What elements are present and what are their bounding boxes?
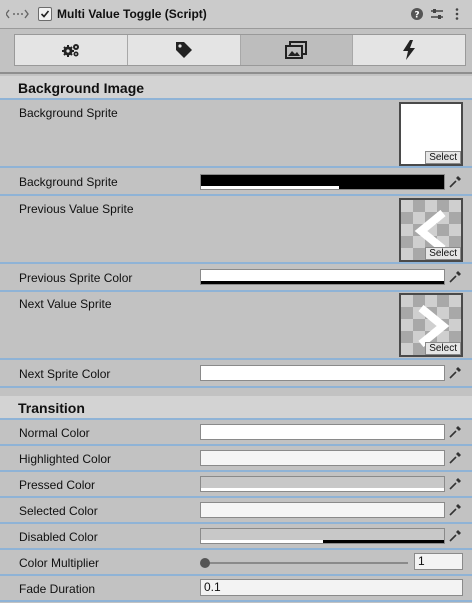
- disabled-color-label: Disabled Color: [19, 530, 98, 544]
- background-color-label: Background Sprite: [19, 175, 118, 189]
- color-multiplier-label: Color Multiplier: [19, 556, 100, 570]
- lightning-icon: [403, 40, 416, 60]
- pressed-color-row: Pressed Color: [0, 472, 472, 498]
- eyedropper-icon[interactable]: [448, 477, 462, 491]
- images-icon: [285, 41, 308, 59]
- highlighted-color-row: Highlighted Color: [0, 446, 472, 472]
- alpha-bar: [201, 186, 339, 189]
- color-multiplier-slider-track[interactable]: [204, 562, 408, 564]
- alpha-bar: [201, 540, 323, 543]
- check-icon: [40, 10, 50, 18]
- section-background-image: Background Image: [0, 76, 472, 100]
- kebab-menu-icon[interactable]: [450, 7, 464, 21]
- next-sprite-field[interactable]: Select: [399, 293, 463, 357]
- pressed-color-field[interactable]: [200, 476, 445, 492]
- preset-sliders-icon[interactable]: [430, 7, 444, 21]
- eyedropper-icon[interactable]: [448, 503, 462, 517]
- previous-color-field[interactable]: [200, 269, 445, 285]
- tab-bar: [14, 34, 466, 66]
- disabled-color-row: Disabled Color: [0, 524, 472, 550]
- fade-duration-label: Fade Duration: [19, 582, 96, 596]
- previous-sprite-label: Previous Value Sprite: [19, 202, 134, 216]
- select-button[interactable]: Select: [425, 151, 461, 164]
- section-title: Background Image: [18, 80, 145, 96]
- fade-duration-input[interactable]: 0.1: [200, 579, 463, 596]
- select-button[interactable]: Select: [425, 342, 461, 355]
- normal-color-field[interactable]: [200, 424, 445, 440]
- section-title: Transition: [18, 400, 85, 416]
- svg-text:?: ?: [414, 11, 419, 21]
- eyedropper-icon[interactable]: [448, 270, 462, 284]
- color-multiplier-slider-knob[interactable]: [200, 558, 210, 568]
- next-sprite-label: Next Value Sprite: [19, 297, 112, 311]
- background-sprite-field[interactable]: Select: [399, 102, 463, 166]
- eyedropper-icon[interactable]: [448, 451, 462, 465]
- background-color-field[interactable]: [200, 174, 445, 190]
- tab-labels[interactable]: [127, 35, 241, 65]
- background-color-row: Background Sprite: [0, 168, 472, 196]
- background-sprite-label: Background Sprite: [19, 106, 118, 120]
- eyedropper-icon[interactable]: [448, 529, 462, 543]
- gears-icon: [61, 44, 79, 57]
- component-enabled-checkbox[interactable]: [38, 7, 52, 21]
- help-icon[interactable]: ?: [410, 7, 424, 21]
- tabs-divider: [0, 72, 472, 74]
- fade-duration-row: Fade Duration 0.1: [0, 576, 472, 602]
- pressed-color-label: Pressed Color: [19, 478, 96, 492]
- selected-color-row: Selected Color: [0, 498, 472, 524]
- section-transition: Transition: [0, 396, 472, 420]
- background-sprite-row: Background Sprite Select: [0, 100, 472, 168]
- component-title: Multi Value Toggle (Script): [57, 7, 207, 21]
- highlighted-color-field[interactable]: [200, 450, 445, 466]
- component-header: Multi Value Toggle (Script) ?: [0, 0, 472, 29]
- alpha-bar: [201, 281, 444, 284]
- tab-images[interactable]: [240, 35, 354, 65]
- chevron-right-icon: [418, 305, 450, 347]
- highlighted-color-label: Highlighted Color: [19, 452, 112, 466]
- previous-color-label: Previous Sprite Color: [19, 271, 133, 285]
- next-sprite-row: Next Value Sprite Select: [0, 292, 472, 360]
- selected-color-label: Selected Color: [19, 504, 98, 518]
- script-icon: [6, 9, 29, 19]
- tab-settings[interactable]: [15, 35, 128, 65]
- normal-color-label: Normal Color: [19, 426, 90, 440]
- next-color-field[interactable]: [200, 365, 445, 381]
- next-color-label: Next Sprite Color: [19, 367, 111, 381]
- previous-color-row: Previous Sprite Color: [0, 264, 472, 292]
- eyedropper-icon[interactable]: [448, 425, 462, 439]
- tag-icon: [175, 42, 192, 58]
- selected-color-field[interactable]: [200, 502, 445, 518]
- alpha-bar: [201, 488, 444, 491]
- alpha-bar-remainder: [323, 540, 444, 543]
- previous-sprite-row: Previous Value Sprite Select: [0, 196, 472, 264]
- color-multiplier-row: Color Multiplier 1: [0, 550, 472, 576]
- disabled-color-field[interactable]: [200, 528, 445, 544]
- next-color-row: Next Sprite Color: [0, 360, 472, 388]
- eyedropper-icon[interactable]: [448, 366, 462, 380]
- inspector-panel: Multi Value Toggle (Script) ? Background…: [0, 0, 472, 603]
- color-multiplier-input[interactable]: 1: [414, 553, 463, 570]
- chevron-left-icon: [414, 210, 446, 252]
- tab-events[interactable]: [353, 35, 465, 65]
- select-button[interactable]: Select: [425, 247, 461, 260]
- eyedropper-icon[interactable]: [448, 175, 462, 189]
- previous-sprite-field[interactable]: Select: [399, 198, 463, 262]
- normal-color-row: Normal Color: [0, 420, 472, 446]
